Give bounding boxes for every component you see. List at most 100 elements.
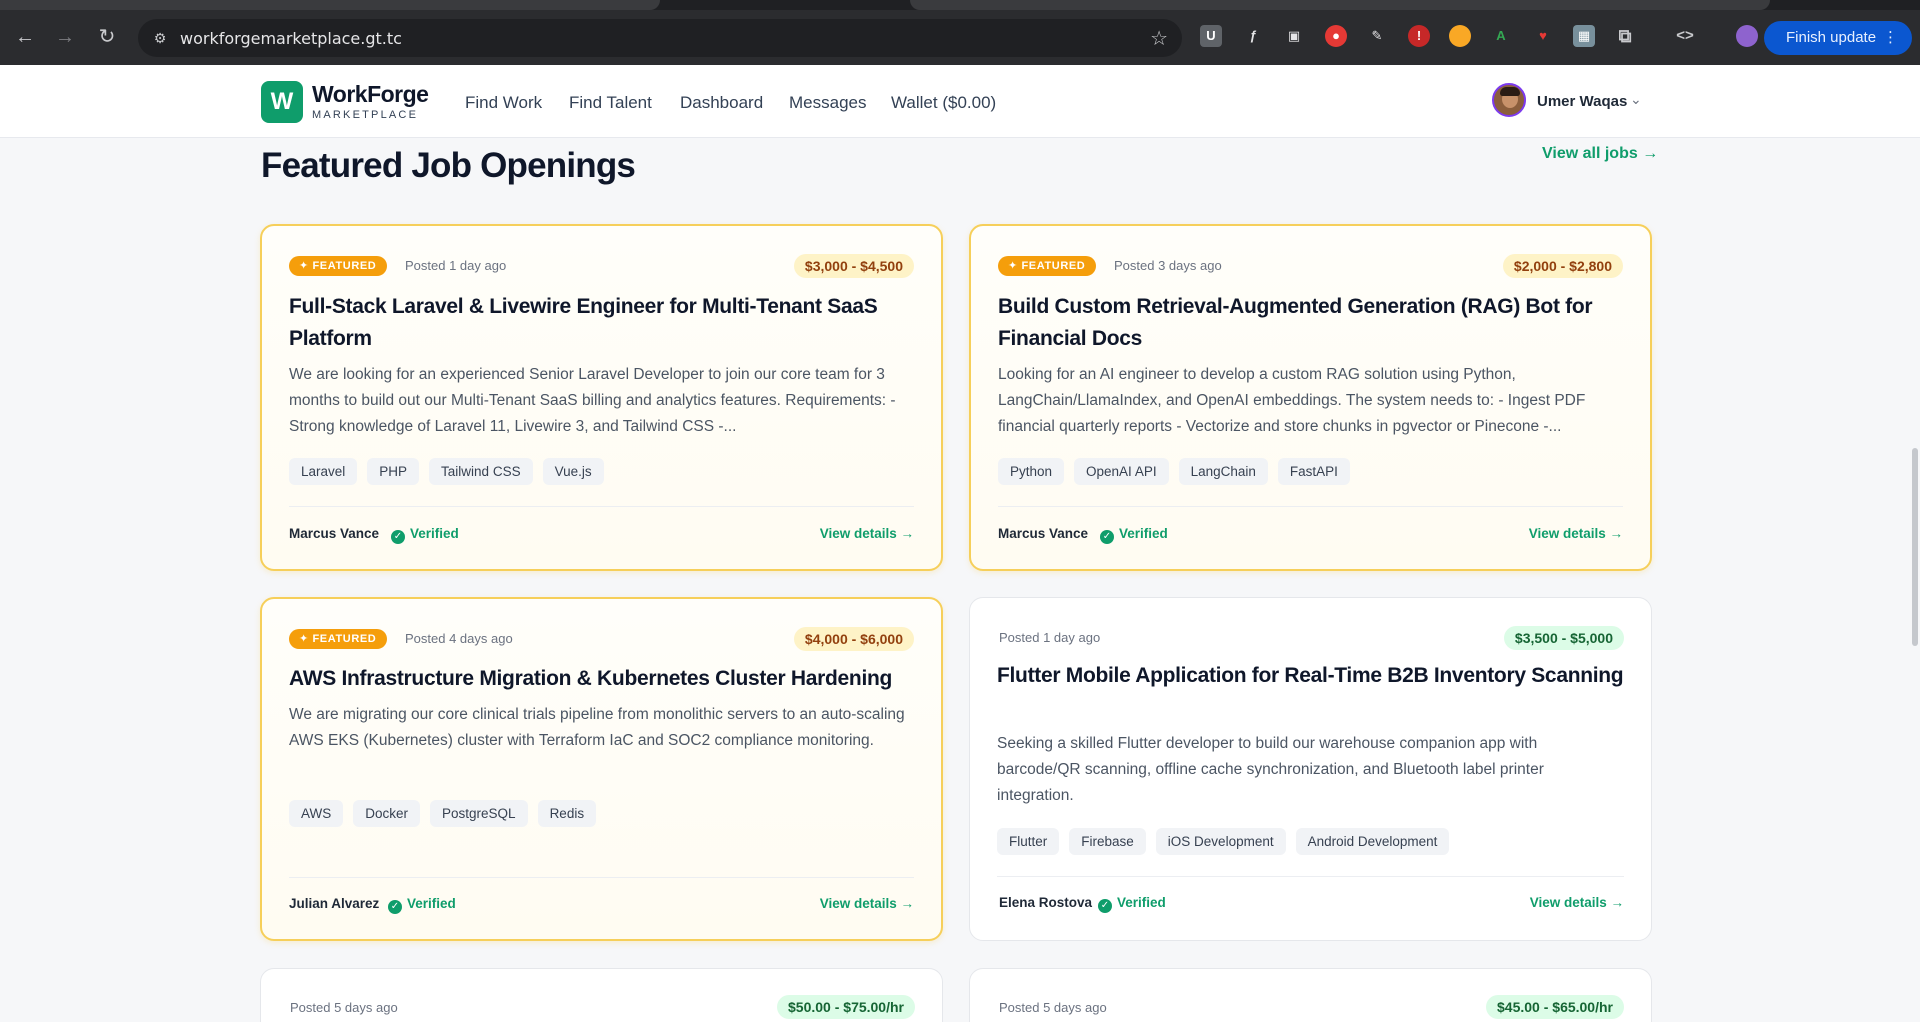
job-description: We are migrating our core clinical trial… [289,706,905,749]
skill-tag[interactable]: PHP [367,458,420,485]
view-details-link[interactable]: View details → [1530,895,1624,910]
nav-messages[interactable]: Messages [789,93,866,113]
skill-tag[interactable]: PostgreSQL [430,800,528,827]
reload-icon[interactable]: ↻ [94,24,120,50]
page-title: Featured Job Openings [261,146,636,185]
tab-strip [0,0,1920,10]
nav-wallet[interactable]: Wallet ($0.00) [891,93,996,113]
job-description: Looking for an AI engineer to develop a … [998,366,1586,435]
view-details-link[interactable]: View details → [820,526,914,541]
check-circle-icon: ✓ [391,530,405,544]
job-card[interactable]: ✦ FEATURED Posted 3 days ago $2,000 - $2… [969,224,1652,571]
skill-tag[interactable]: Tailwind CSS [429,458,533,485]
nav-dashboard[interactable]: Dashboard [680,93,763,113]
skill-tag[interactable]: LangChain [1178,458,1268,485]
verified-badge: ✓ Verified [391,526,459,544]
job-title[interactable]: AWS Infrastructure Migration & Kubernete… [289,663,914,695]
skill-tags: Laravel PHP Tailwind CSS Vue.js [289,458,604,485]
avatar[interactable] [1492,83,1526,117]
posted-time: Posted 1 day ago [405,258,507,273]
skill-tag[interactable]: OpenAI API [1074,458,1169,485]
job-card[interactable]: ✦ FEATURED Posted 4 days ago $4,000 - $6… [260,597,943,941]
back-icon[interactable]: ← [12,24,38,50]
client-name: Julian Alvarez [289,896,380,911]
job-title[interactable]: Full-Stack Laravel & Livewire Engineer f… [289,291,914,355]
address-bar[interactable]: ⚙ workforgemarketplace.gt.tc ☆ [138,19,1182,57]
app-header: W WorkForge MARKETPLACE Find Work Find T… [0,65,1920,138]
job-card[interactable]: Posted 5 days ago $50.00 - $75.00/hr [260,968,943,1022]
skill-tags: Python OpenAI API LangChain FastAPI [998,458,1350,485]
card-divider [289,877,914,878]
more-icon[interactable]: ⋮ [1883,21,1898,55]
scrollbar-thumb[interactable] [1912,448,1918,646]
devtools-icon[interactable]: <> [1674,25,1696,47]
nav-find-work[interactable]: Find Work [465,93,542,113]
chevron-down-icon[interactable]: ⌄ [1630,91,1642,108]
extension-image-icon[interactable]: ▦ [1573,25,1595,47]
job-card[interactable]: Posted 5 days ago $45.00 - $65.00/hr [969,968,1652,1022]
extension-picker-icon[interactable]: ✎ [1366,25,1388,47]
posted-time: Posted 3 days ago [1114,258,1222,273]
nav-find-talent[interactable]: Find Talent [569,93,652,113]
job-card[interactable]: Posted 1 day ago $3,500 - $5,000 Flutter… [969,597,1652,941]
extension-a-icon[interactable]: A [1490,25,1512,47]
job-title[interactable]: Build Custom Retrieval-Augmented Generat… [998,291,1623,355]
bookmark-star-icon[interactable]: ☆ [1150,26,1168,51]
logo-mark[interactable]: W [261,81,303,123]
skill-tag[interactable]: Redis [537,800,597,827]
view-details-link[interactable]: View details → [1529,526,1623,541]
extension-heart-icon[interactable]: ♥ [1532,25,1554,47]
extension-formula-icon[interactable]: ƒ [1242,25,1264,47]
skill-tag[interactable]: Python [998,458,1065,485]
skill-tag[interactable]: Flutter [997,828,1060,855]
price-badge: $2,000 - $2,800 [1502,254,1623,278]
user-name[interactable]: Umer Waqas [1537,93,1627,110]
skill-tag[interactable]: Firebase [1069,828,1146,855]
skill-tag[interactable]: AWS [289,800,344,827]
verified-badge: ✓ Verified [1098,895,1166,913]
extension-orange-icon[interactable] [1449,25,1471,47]
forward-icon[interactable]: → [52,24,78,50]
skill-tag[interactable]: FastAPI [1277,458,1350,485]
finish-update-label: Finish update [1786,29,1877,46]
view-details-link[interactable]: View details → [820,896,914,911]
price-badge: $3,500 - $5,000 [1503,626,1624,650]
extension-badge-icon[interactable]: ! [1408,25,1430,47]
featured-badge: ✦ FEATURED [289,256,388,276]
job-title[interactable]: Flutter Mobile Application for Real-Time… [997,660,1624,692]
extensions-icon[interactable]: ⧉ [1614,25,1636,47]
client-name: Marcus Vance [998,526,1089,541]
skill-tag[interactable]: Laravel [289,458,358,485]
skill-tags: AWS Docker PostgreSQL Redis [289,800,597,827]
url-text[interactable]: workforgemarketplace.gt.tc [180,29,402,48]
verified-badge: ✓ Verified [1100,526,1168,544]
featured-badge: ✦ FEATURED [289,629,388,649]
featured-badge: ✦ FEATURED [998,256,1097,276]
skill-tag[interactable]: Docker [353,800,421,827]
posted-time: Posted 5 days ago [290,1000,398,1015]
skill-tag[interactable]: Android Development [1295,828,1450,855]
check-circle-icon: ✓ [388,900,402,914]
client-name: Marcus Vance [289,526,380,541]
site-settings-icon[interactable]: ⚙ [150,28,170,48]
browser-toolbar: ← → ↻ ⚙ workforgemarketplace.gt.tc ☆ U ƒ… [0,0,1920,65]
price-badge: $4,000 - $6,000 [793,627,914,651]
price-badge: $3,000 - $4,500 [793,254,914,278]
skill-tags: Flutter Firebase iOS Development Android… [997,828,1450,855]
brand-name[interactable]: WorkForge [312,81,429,108]
card-divider [998,506,1623,507]
job-card[interactable]: ✦ FEATURED Posted 1 day ago $3,000 - $4,… [260,224,943,571]
extension-bot-icon[interactable]: ▣ [1283,25,1305,47]
verified-badge: ✓ Verified [388,896,456,914]
profile-avatar-icon[interactable] [1736,25,1758,47]
price-badge: $50.00 - $75.00/hr [777,995,915,1019]
skill-tag[interactable]: iOS Development [1155,828,1286,855]
job-description: Seeking a skilled Flutter developer to b… [997,735,1544,804]
extension-u-icon[interactable]: U [1200,25,1222,47]
check-circle-icon: ✓ [1100,530,1114,544]
price-badge: $45.00 - $65.00/hr [1486,995,1624,1019]
view-all-jobs-link[interactable]: View all jobs → [1542,145,1658,163]
finish-update-button[interactable]: Finish update ⋮ [1764,21,1912,55]
extension-shield-icon[interactable]: ● [1325,25,1347,47]
skill-tag[interactable]: Vue.js [542,458,604,485]
